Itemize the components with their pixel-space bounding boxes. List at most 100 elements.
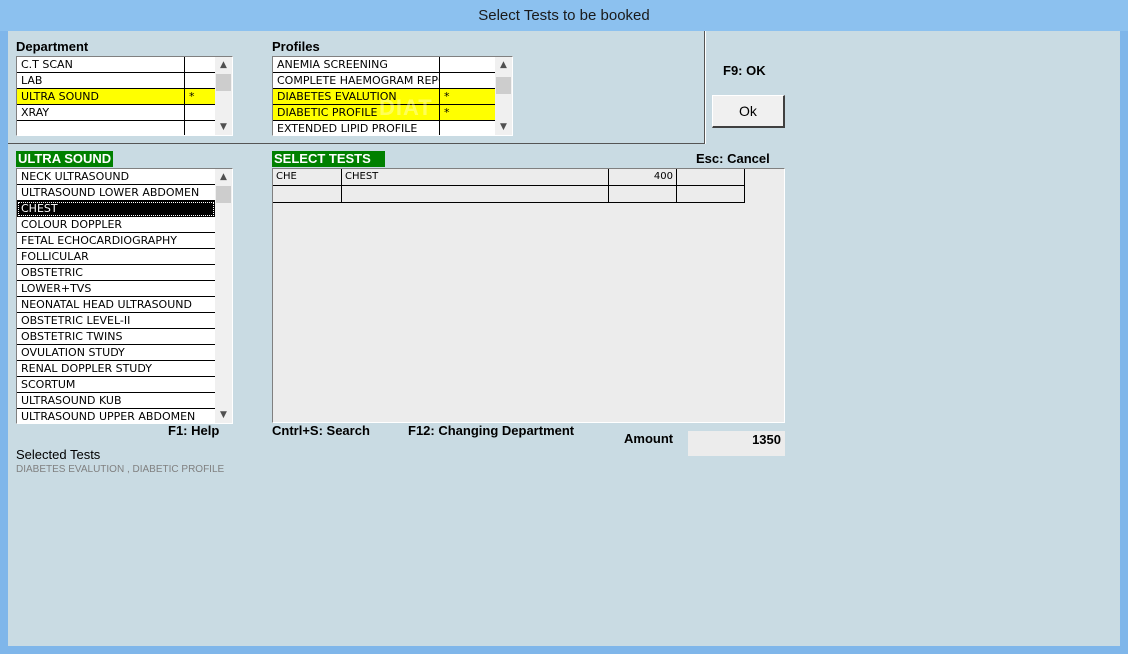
scroll-thumb[interactable] bbox=[216, 186, 231, 203]
test-list-item[interactable]: ULTRASOUND UPPER ABDOMEN bbox=[17, 409, 215, 423]
divider bbox=[8, 143, 704, 144]
scroll-down-icon[interactable]: ▼ bbox=[495, 119, 512, 135]
divider bbox=[705, 31, 706, 144]
profiles-list[interactable]: ANEMIA SCREENING COMPLETE HAEMOGRAM REPO… bbox=[272, 56, 513, 136]
department-item[interactable]: ULTRA SOUND * bbox=[17, 89, 215, 105]
test-list-label: NECK ULTRASOUND bbox=[21, 170, 130, 183]
test-code-cell[interactable]: CHE bbox=[273, 169, 342, 186]
test-list-label: FETAL ECHOCARDIOGRAPHY bbox=[21, 234, 177, 247]
test-list-label: NEONATAL HEAD ULTRASOUND bbox=[21, 298, 192, 311]
profiles-scrollbar[interactable]: ▲ ▼ bbox=[495, 57, 512, 135]
tests-scrollbar[interactable]: ▲ ▼ bbox=[215, 169, 232, 423]
tests-list-header: ULTRA SOUND bbox=[16, 151, 114, 167]
test-list-label: OBSTETRIC LEVEL-II bbox=[21, 314, 131, 327]
test-list-item[interactable]: NEONATAL HEAD ULTRASOUND bbox=[17, 297, 215, 313]
test-name-cell[interactable] bbox=[342, 186, 609, 203]
test-list-item[interactable]: CHEST bbox=[17, 201, 215, 217]
test-list-item[interactable]: LOWER+TVS bbox=[17, 281, 215, 297]
test-list-item[interactable]: FETAL ECHOCARDIOGRAPHY bbox=[17, 233, 215, 249]
test-list-label: OBSTETRIC TWINS bbox=[21, 330, 123, 343]
f1-shortcut-label: F1: Help bbox=[168, 423, 220, 438]
profile-item[interactable]: ANEMIA SCREENING bbox=[273, 57, 495, 73]
test-list-item[interactable]: RENAL DOPPLER STUDY bbox=[17, 361, 215, 377]
test-list-label: ULTRASOUND LOWER ABDOMEN bbox=[21, 186, 200, 199]
test-list-label: COLOUR DOPPLER bbox=[21, 218, 123, 231]
f12-shortcut-label: F12: Changing Department bbox=[408, 423, 575, 438]
selected-tests-grid[interactable]: CHE CHEST 400 bbox=[272, 168, 785, 423]
scroll-down-icon[interactable]: ▼ bbox=[215, 407, 232, 423]
test-list-label: FOLLICULAR bbox=[21, 250, 89, 263]
test-list-label: CHEST bbox=[21, 202, 58, 215]
test-list-item[interactable]: OBSTETRIC LEVEL-II bbox=[17, 313, 215, 329]
profile-name: EXTENDED LIPID PROFILE bbox=[273, 121, 440, 135]
profile-mark: * bbox=[444, 90, 450, 103]
test-list-label: ULTRASOUND UPPER ABDOMEN bbox=[21, 410, 196, 423]
selected-tests-label: Selected Tests bbox=[16, 447, 101, 462]
ok-button[interactable]: Ok bbox=[712, 95, 785, 128]
test-list-item[interactable]: FOLLICULAR bbox=[17, 249, 215, 265]
test-list-label: ULTRASOUND KUB bbox=[21, 394, 122, 407]
profile-item[interactable]: COMPLETE HAEMOGRAM REPORT bbox=[273, 73, 495, 89]
department-item[interactable]: C.T SCAN bbox=[17, 57, 215, 73]
window-title: Select Tests to be booked bbox=[0, 0, 1128, 31]
profile-mark bbox=[440, 73, 495, 88]
amount-label: Amount bbox=[624, 431, 674, 446]
test-name-cell[interactable]: CHEST bbox=[342, 169, 609, 186]
test-list-label: RENAL DOPPLER STUDY bbox=[21, 362, 152, 375]
department-list[interactable]: C.T SCAN LAB ULTRA SOUND * XRAY ▲ ▼ bbox=[16, 56, 233, 136]
scroll-thumb[interactable] bbox=[216, 74, 231, 91]
profile-item[interactable]: EXTENDED LIPID PROFILE bbox=[273, 121, 495, 135]
department-mark bbox=[185, 121, 215, 135]
profile-name: COMPLETE HAEMOGRAM REPORT bbox=[273, 73, 440, 88]
profile-mark bbox=[440, 121, 495, 135]
esc-shortcut-label: Esc: Cancel bbox=[696, 151, 770, 166]
test-list-label: OBSTETRIC bbox=[21, 266, 83, 279]
department-name: XRAY bbox=[17, 105, 185, 120]
dialog-body: Department C.T SCAN LAB ULTRA SOUND * XRA… bbox=[8, 31, 1120, 646]
scroll-thumb[interactable] bbox=[496, 77, 511, 94]
test-code-cell[interactable] bbox=[273, 186, 342, 203]
test-list-item[interactable]: COLOUR DOPPLER bbox=[17, 217, 215, 233]
scroll-up-icon[interactable]: ▲ bbox=[215, 169, 232, 185]
test-list-label: SCORTUM bbox=[21, 378, 76, 391]
select-tests-header: SELECT TESTS bbox=[272, 151, 385, 167]
test-list-item[interactable]: OBSTETRIC bbox=[17, 265, 215, 281]
test-extra-cell[interactable] bbox=[677, 169, 745, 186]
profile-name: ANEMIA SCREENING bbox=[273, 57, 440, 72]
test-list-item[interactable]: ULTRASOUND KUB bbox=[17, 393, 215, 409]
department-name: C.T SCAN bbox=[17, 57, 185, 72]
department-name bbox=[17, 121, 185, 135]
department-mark bbox=[185, 73, 215, 88]
test-list-item[interactable]: ULTRASOUND LOWER ABDOMEN bbox=[17, 185, 215, 201]
test-list-item[interactable]: SCORTUM bbox=[17, 377, 215, 393]
watermark-text: DIAT bbox=[379, 95, 433, 120]
department-header: Department bbox=[16, 39, 89, 54]
search-shortcut-label: Cntrl+S: Search bbox=[272, 423, 370, 438]
selected-tests-value: DIABETES EVALUTION , DIABETIC PROFILE bbox=[16, 464, 225, 475]
test-price-cell[interactable] bbox=[609, 186, 677, 203]
department-item[interactable] bbox=[17, 121, 215, 135]
department-rows: C.T SCAN LAB ULTRA SOUND * XRAY bbox=[17, 57, 215, 135]
department-item[interactable]: XRAY bbox=[17, 105, 215, 121]
tests-rows: NECK ULTRASOUND ULTRASOUND LOWER ABDOMEN C… bbox=[17, 169, 215, 423]
department-scrollbar[interactable]: ▲ ▼ bbox=[215, 57, 232, 135]
scroll-down-icon[interactable]: ▼ bbox=[215, 119, 232, 135]
department-mark: * bbox=[189, 90, 195, 103]
test-list-item[interactable]: NECK ULTRASOUND bbox=[17, 169, 215, 185]
test-list-item[interactable]: OBSTETRIC TWINS bbox=[17, 329, 215, 345]
test-list-label: OVULATION STUDY bbox=[21, 346, 125, 359]
test-extra-cell[interactable] bbox=[677, 186, 745, 203]
f9-shortcut-label: F9: OK bbox=[723, 63, 766, 78]
department-name: ULTRA SOUND bbox=[17, 89, 185, 104]
profile-mark bbox=[440, 57, 495, 72]
profile-mark: * bbox=[444, 106, 450, 119]
test-price-cell[interactable]: 400 bbox=[609, 169, 677, 186]
department-item[interactable]: LAB bbox=[17, 73, 215, 89]
department-mark bbox=[185, 105, 215, 120]
scroll-up-icon[interactable]: ▲ bbox=[495, 57, 512, 73]
department-mark bbox=[185, 57, 215, 72]
tests-list[interactable]: NECK ULTRASOUND ULTRASOUND LOWER ABDOMEN C… bbox=[16, 168, 233, 424]
amount-value: 1350 bbox=[688, 431, 785, 456]
test-list-item[interactable]: OVULATION STUDY bbox=[17, 345, 215, 361]
scroll-up-icon[interactable]: ▲ bbox=[215, 57, 232, 73]
